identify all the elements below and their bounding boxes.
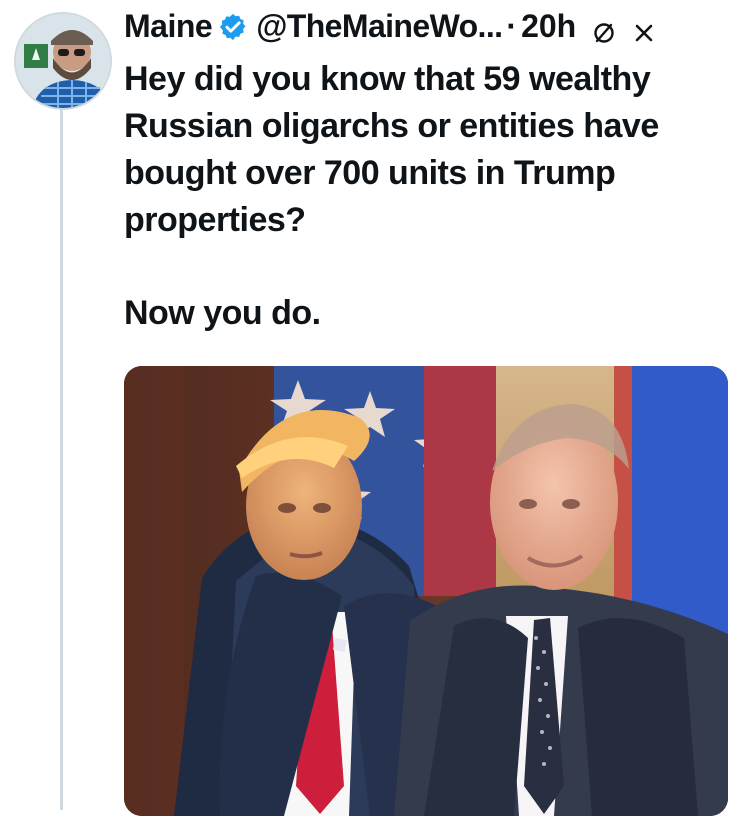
user-avatar-icon <box>16 14 110 108</box>
tweet-media[interactable] <box>124 366 728 816</box>
separator-dot: · <box>506 8 518 44</box>
close-icon[interactable] <box>632 14 656 42</box>
verified-badge-icon <box>218 11 248 41</box>
thread-line <box>60 110 63 810</box>
avatar[interactable] <box>14 12 112 110</box>
display-name[interactable]: Maine <box>124 6 213 46</box>
tweet-photo <box>124 366 728 816</box>
tweet-header: Maine @TheMaineWo... · 20h <box>124 6 736 46</box>
tweet-paragraph: Now you do. <box>124 294 321 332</box>
avatar-column <box>14 12 112 110</box>
handle[interactable]: @TheMaineWo... <box>256 6 503 46</box>
grok-icon[interactable] <box>592 14 616 43</box>
tweet-paragraph: Hey did you know that 59 wealthy Russian… <box>124 60 659 239</box>
tweet-text: Hey did you know that 59 wealthy Russian… <box>124 56 736 337</box>
timestamp[interactable]: 20h <box>521 6 576 46</box>
